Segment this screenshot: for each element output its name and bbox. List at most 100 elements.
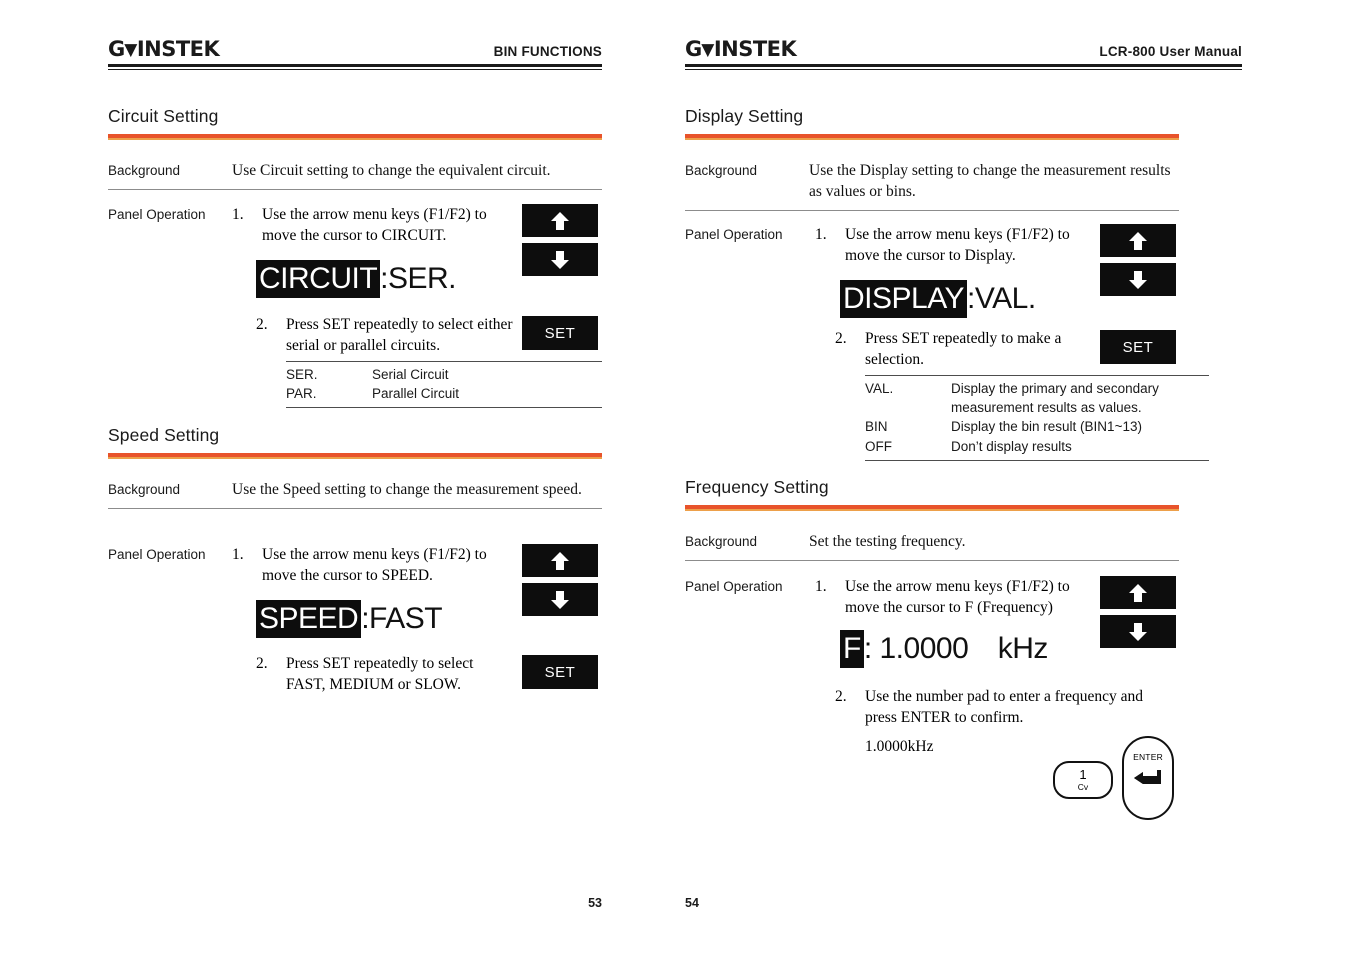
step-text: Press SET repeatedly to make a selection… — [865, 330, 1062, 369]
section-rule — [108, 453, 602, 459]
display-background-row: Background Use the Display setting to ch… — [685, 160, 1179, 212]
arrow-keys-circuit[interactable] — [522, 204, 598, 282]
set-key-speed[interactable]: SET — [522, 655, 598, 689]
arrow-down-key[interactable] — [522, 583, 598, 616]
step-number: 1. — [232, 546, 244, 563]
section-title: Speed Setting — [108, 425, 220, 445]
section-title: Circuit Setting — [108, 106, 219, 126]
panel-operation-label: Panel Operation — [685, 227, 783, 242]
option-key: VAL. — [865, 381, 894, 397]
option-key: SER. — [286, 367, 318, 383]
header-rule — [685, 64, 1242, 70]
step-text: Use the arrow menu keys (F1/F2) to move … — [845, 226, 1070, 265]
section-circuit-setting: Circuit Setting — [108, 106, 602, 140]
panel-operation-label: Panel Operation — [108, 547, 206, 562]
arrow-down-icon — [1129, 622, 1147, 641]
table-row: VAL. Display the primary and secondary m… — [865, 379, 1209, 417]
option-value: Parallel Circuit — [372, 386, 460, 402]
lcd-highlighted-field: DISPLAY — [840, 280, 967, 319]
set-key-label: SET — [544, 663, 576, 681]
arrow-down-key[interactable] — [1100, 615, 1176, 648]
section-rule — [108, 134, 602, 140]
step-number: 1. — [232, 206, 244, 223]
arrow-down-key[interactable] — [1100, 263, 1176, 296]
left-page: G▼INSTEK BIN FUNCTIONS Circuit Setting B… — [0, 0, 675, 954]
divider — [685, 210, 1179, 212]
gw-instek-logo: G▼INSTEK — [108, 37, 220, 61]
section-rule — [685, 134, 1179, 140]
option-key: PAR. — [286, 386, 317, 402]
lcd-value: : 1.0000 kHz — [863, 632, 1049, 666]
lcd-value: :FAST — [361, 602, 443, 636]
divider — [108, 189, 602, 191]
section-title: Frequency Setting — [685, 477, 829, 497]
circuit-options-table: SER. Serial Circuit PAR. Parallel Circui… — [286, 361, 602, 409]
lcd-value: :SER. — [380, 262, 457, 296]
number-key-1[interactable]: 1 Cv — [1053, 761, 1113, 799]
background-text: Use the Display setting to change the me… — [809, 162, 1171, 201]
arrow-up-icon — [1129, 583, 1147, 602]
background-label: Background — [108, 482, 181, 497]
arrow-keys-frequency[interactable] — [1100, 576, 1176, 654]
divider — [108, 508, 602, 510]
lcd-highlighted-field: F — [840, 630, 864, 669]
page-number: 53 — [588, 896, 602, 910]
page-number: 54 — [685, 896, 699, 910]
step-text: Press SET repeatedly to select either se… — [286, 316, 513, 355]
step-number: 2. — [256, 655, 268, 672]
arrow-keys-speed[interactable] — [522, 544, 598, 622]
step-number: 1. — [815, 578, 827, 595]
option-key: OFF — [865, 438, 892, 454]
background-text: Use Circuit setting to change the equiva… — [232, 162, 551, 179]
right-page-header: G▼INSTEK LCR-800 User Manual — [685, 34, 1242, 70]
table-row: SER. Serial Circuit — [286, 365, 602, 384]
divider — [685, 560, 1179, 562]
number-key-digit: 1 — [1079, 767, 1087, 783]
arrow-up-key[interactable] — [1100, 224, 1176, 257]
background-label: Background — [685, 163, 758, 178]
table-row: BIN Display the bin result (BIN1~13) — [865, 417, 1209, 436]
arrow-down-icon — [551, 590, 569, 609]
panel-operation-label: Panel Operation — [685, 579, 783, 594]
arrow-up-key[interactable] — [522, 204, 598, 237]
table-row: OFF Don’t display results — [865, 437, 1209, 456]
arrow-keys-display[interactable] — [1100, 224, 1176, 302]
background-label: Background — [685, 534, 758, 549]
step-number: 2. — [835, 688, 847, 705]
left-page-header: G▼INSTEK BIN FUNCTIONS — [108, 34, 602, 70]
lcd-value: :VAL. — [967, 282, 1036, 316]
background-text: Set the testing frequency. — [809, 533, 966, 550]
panel-operation-label: Panel Operation — [108, 207, 206, 222]
background-text: Use the Speed setting to change the meas… — [232, 481, 582, 498]
arrow-up-key[interactable] — [1100, 576, 1176, 609]
enter-key-label: ENTER — [1133, 752, 1163, 762]
page-spread: G▼INSTEK BIN FUNCTIONS Circuit Setting B… — [0, 0, 1350, 954]
step-text: Press SET repeatedly to select FAST, MED… — [286, 655, 474, 694]
arrow-down-icon — [1129, 270, 1147, 289]
header-rule — [108, 64, 602, 70]
option-value: Serial Circuit — [372, 367, 449, 383]
circuit-background-row: Background Use Circuit setting to change… — [108, 160, 602, 191]
arrow-up-icon — [551, 211, 569, 230]
set-key-circuit[interactable]: SET — [522, 316, 598, 350]
frequency-background-row: Background Set the testing frequency. — [685, 531, 1179, 562]
step-number: 2. — [256, 316, 268, 333]
arrow-down-key[interactable] — [522, 243, 598, 276]
background-label: Background — [108, 163, 181, 178]
lcd-highlighted-field: SPEED — [256, 600, 362, 639]
set-key-display[interactable]: SET — [1100, 330, 1176, 364]
section-speed-setting: Speed Setting — [108, 425, 602, 459]
set-key-label: SET — [1122, 338, 1154, 356]
arrow-up-key[interactable] — [522, 544, 598, 577]
section-title: Display Setting — [685, 106, 804, 126]
option-key: BIN — [865, 419, 888, 435]
number-key-secondary-label: Cv — [1077, 782, 1089, 793]
header-title: LCR-800 User Manual — [1099, 44, 1242, 59]
option-value: Don’t display results — [951, 438, 1072, 454]
enter-arrow-icon — [1134, 770, 1161, 784]
enter-key[interactable]: ENTER — [1122, 736, 1174, 820]
arrow-up-icon — [1129, 231, 1147, 250]
speed-background-row: Background Use the Speed setting to chan… — [108, 479, 602, 510]
section-display-setting: Display Setting — [685, 106, 1179, 140]
display-options-table: VAL. Display the primary and secondary m… — [865, 375, 1209, 461]
